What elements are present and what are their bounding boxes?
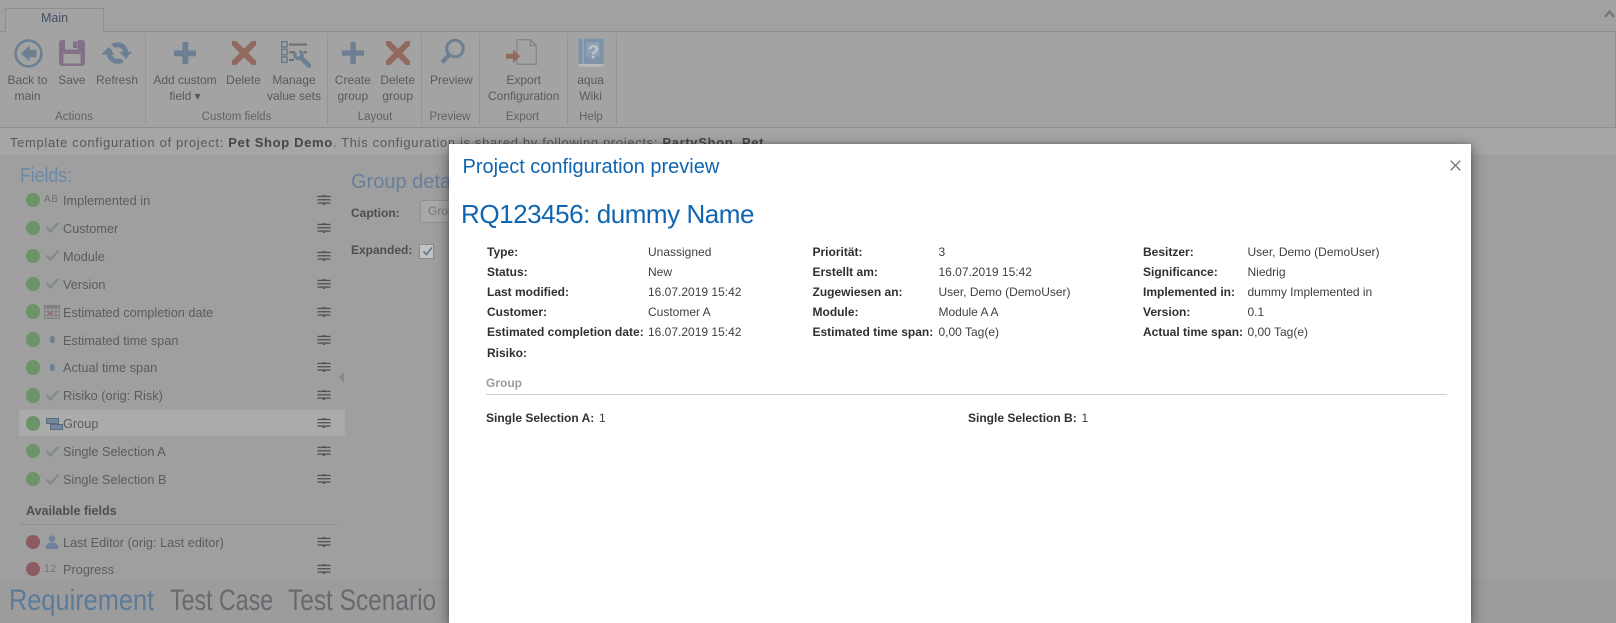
svg-text:?: ? [588,43,600,64]
